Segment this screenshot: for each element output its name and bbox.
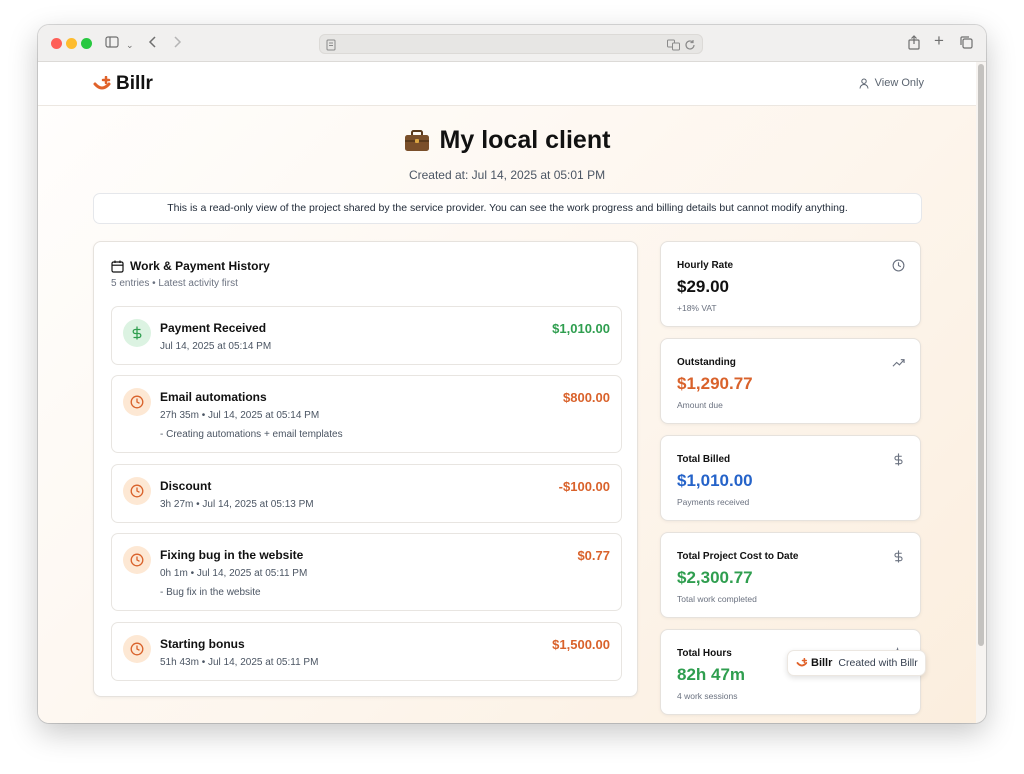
- brand-name: Billr: [116, 73, 153, 94]
- sidebar-toggle-icon[interactable]: [105, 35, 119, 52]
- briefcase-icon: [404, 129, 429, 151]
- scrollbar-thumb[interactable]: [978, 64, 984, 646]
- stat-label: Total Project Cost to Date: [677, 551, 799, 562]
- stat-value: 82h 47m: [677, 665, 746, 684]
- back-button[interactable]: [148, 35, 158, 52]
- entry-amount: $1,010.00: [552, 321, 610, 336]
- translate-icon[interactable]: [667, 38, 680, 56]
- badge-text: Created with Billr: [838, 657, 918, 669]
- history-entry: Payment Received Jul 14, 2025 at 05:14 P…: [111, 306, 622, 365]
- entry-amount: $800.00: [563, 390, 610, 405]
- share-icon[interactable]: [908, 35, 920, 53]
- minimize-window-button[interactable]: [66, 38, 77, 49]
- entry-meta: 0h 1m • Jul 14, 2025 at 05:11 PM: [160, 568, 308, 579]
- view-only-label: View Only: [874, 77, 924, 89]
- entry-title: Discount: [160, 479, 212, 493]
- read-only-notice: This is a read-only view of the project …: [93, 193, 922, 224]
- page-title: My local client: [38, 126, 976, 155]
- created-with-billr-badge[interactable]: Billr Created with Billr: [787, 650, 926, 676]
- stat-value: $1,290.77: [677, 374, 753, 393]
- total-billed-card: Total Billed $1,010.00 Payments received: [660, 435, 921, 521]
- history-entry: Starting bonus 51h 43m • Jul 14, 2025 at…: [111, 622, 622, 681]
- entry-meta: 3h 27m • Jul 14, 2025 at 05:13 PM: [160, 499, 314, 510]
- history-entry: Email automations 27h 35m • Jul 14, 2025…: [111, 375, 622, 453]
- browser-window: ⌄ + Billr View Only My local client Crea…: [38, 25, 986, 723]
- created-at: Created at: Jul 14, 2025 at 05:01 PM: [408, 168, 606, 182]
- page-icon: [326, 38, 336, 56]
- entry-amount: $0.77: [577, 548, 610, 563]
- address-bar[interactable]: [319, 34, 703, 54]
- clock-icon: [130, 642, 144, 656]
- page-viewport: Billr View Only My local client Created …: [38, 62, 976, 723]
- total-project-cost-card: Total Project Cost to Date $2,300.77 Tot…: [660, 532, 921, 618]
- stat-sub: Payments received: [677, 497, 750, 507]
- clock-icon: [892, 259, 905, 272]
- entry-title: Fixing bug in the website: [160, 548, 304, 562]
- entry-meta: Jul 14, 2025 at 05:14 PM: [160, 341, 272, 352]
- billr-smile-icon: [796, 658, 808, 667]
- stat-label: Total Billed: [677, 454, 731, 465]
- forward-button[interactable]: [172, 35, 182, 52]
- dollar-icon: [894, 550, 903, 563]
- clock-icon: [130, 553, 144, 567]
- entry-note: - Bug fix in the website: [160, 587, 261, 598]
- entry-amount: $1,500.00: [552, 637, 610, 652]
- history-title: Work & Payment History: [130, 259, 270, 273]
- entry-meta: 51h 43m • Jul 14, 2025 at 05:11 PM: [160, 657, 319, 668]
- hourly-rate-card: Hourly Rate $29.00 +18% VAT: [660, 241, 921, 327]
- clock-icon: [130, 484, 144, 498]
- stat-label: Hourly Rate: [677, 260, 734, 271]
- stat-label: Total Hours: [677, 648, 732, 659]
- dollar-icon: [132, 326, 142, 340]
- entry-note: - Creating automations + email templates: [160, 429, 343, 440]
- stat-sub: +18% VAT: [677, 303, 717, 313]
- reload-icon[interactable]: [684, 38, 696, 56]
- project-title: My local client: [439, 126, 611, 154]
- badge-logo: Billr: [796, 657, 832, 669]
- stat-value: $1,010.00: [677, 471, 753, 490]
- entry-meta: 27h 35m • Jul 14, 2025 at 05:14 PM: [160, 410, 320, 421]
- stat-sub: Total work completed: [677, 594, 757, 604]
- user-icon: [859, 78, 869, 89]
- stat-value: $2,300.77: [677, 568, 753, 587]
- clock-icon: [130, 395, 144, 409]
- close-window-button[interactable]: [51, 38, 62, 49]
- entry-title: Starting bonus: [160, 637, 245, 651]
- app-header: Billr View Only: [38, 62, 976, 106]
- chevron-down-icon[interactable]: ⌄: [126, 37, 134, 53]
- entry-amount: -$100.00: [558, 479, 610, 494]
- outstanding-card: Outstanding $1,290.77 Amount due: [660, 338, 921, 424]
- billr-smile-icon: [93, 76, 111, 90]
- work-payment-history-card: Work & Payment History 5 entries • Lates…: [93, 241, 638, 697]
- view-only-indicator: View Only: [859, 77, 924, 89]
- stat-label: Outstanding: [677, 357, 736, 368]
- browser-toolbar: ⌄ +: [38, 25, 986, 62]
- entry-icon: [123, 319, 151, 347]
- tab-overview-icon[interactable]: [959, 35, 973, 52]
- entry-icon: [123, 477, 151, 505]
- calendar-icon: [111, 260, 124, 273]
- stat-sub: 4 work sessions: [677, 691, 738, 701]
- entry-icon: [123, 388, 151, 416]
- stat-value: $29.00: [677, 277, 729, 296]
- new-tab-icon[interactable]: +: [934, 32, 944, 49]
- entry-icon: [123, 546, 151, 574]
- billr-logo[interactable]: Billr: [93, 73, 153, 95]
- badge-brand: Billr: [811, 657, 833, 669]
- history-entry: Fixing bug in the website 0h 1m • Jul 14…: [111, 533, 622, 611]
- zoom-window-button[interactable]: [81, 38, 92, 49]
- entry-title: Payment Received: [160, 321, 267, 335]
- dollar-icon: [894, 453, 903, 466]
- history-entry: Discount 3h 27m • Jul 14, 2025 at 05:13 …: [111, 464, 622, 523]
- history-subtitle: 5 entries • Latest activity first: [111, 278, 238, 289]
- history-heading: Work & Payment History: [111, 259, 270, 273]
- trending-up-icon: [892, 359, 905, 367]
- entry-icon: [123, 635, 151, 663]
- vertical-scrollbar[interactable]: [976, 62, 986, 723]
- stat-sub: Amount due: [677, 400, 723, 410]
- entry-title: Email automations: [160, 390, 267, 404]
